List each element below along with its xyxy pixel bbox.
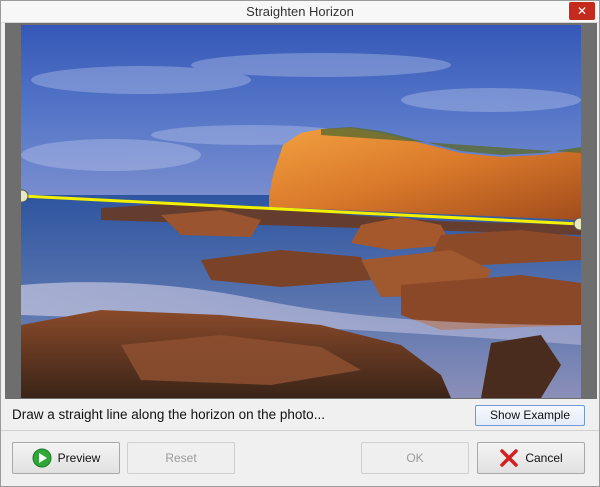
instruction-bar: Draw a straight line along the horizon o… bbox=[1, 399, 599, 431]
ok-button[interactable]: OK bbox=[361, 442, 469, 474]
horizon-handle-right[interactable] bbox=[573, 217, 581, 231]
horizon-handle-left[interactable] bbox=[21, 189, 29, 203]
photo-preview[interactable] bbox=[21, 25, 581, 398]
button-bar: Preview Reset OK Cancel bbox=[1, 432, 599, 486]
show-example-button[interactable]: Show Example bbox=[475, 405, 585, 426]
title-bar[interactable]: Straighten Horizon ✕ bbox=[1, 1, 599, 23]
reset-label: Reset bbox=[165, 451, 197, 465]
dialog-title: Straighten Horizon bbox=[246, 4, 354, 19]
preview-button[interactable]: Preview bbox=[12, 442, 120, 474]
photo-canvas-area[interactable] bbox=[5, 23, 597, 399]
cancel-label: Cancel bbox=[525, 451, 563, 465]
preview-label: Preview bbox=[57, 451, 101, 465]
close-icon: ✕ bbox=[576, 4, 588, 18]
play-arrow-icon bbox=[32, 448, 52, 468]
straighten-horizon-dialog: Straighten Horizon ✕ Draw a straight lin… bbox=[0, 0, 600, 487]
instruction-text: Draw a straight line along the horizon o… bbox=[12, 407, 325, 422]
red-x-icon bbox=[500, 449, 519, 467]
cancel-button[interactable]: Cancel bbox=[477, 442, 585, 474]
ok-label: OK bbox=[406, 451, 424, 465]
close-button[interactable]: ✕ bbox=[569, 2, 595, 20]
reset-button[interactable]: Reset bbox=[127, 442, 235, 474]
